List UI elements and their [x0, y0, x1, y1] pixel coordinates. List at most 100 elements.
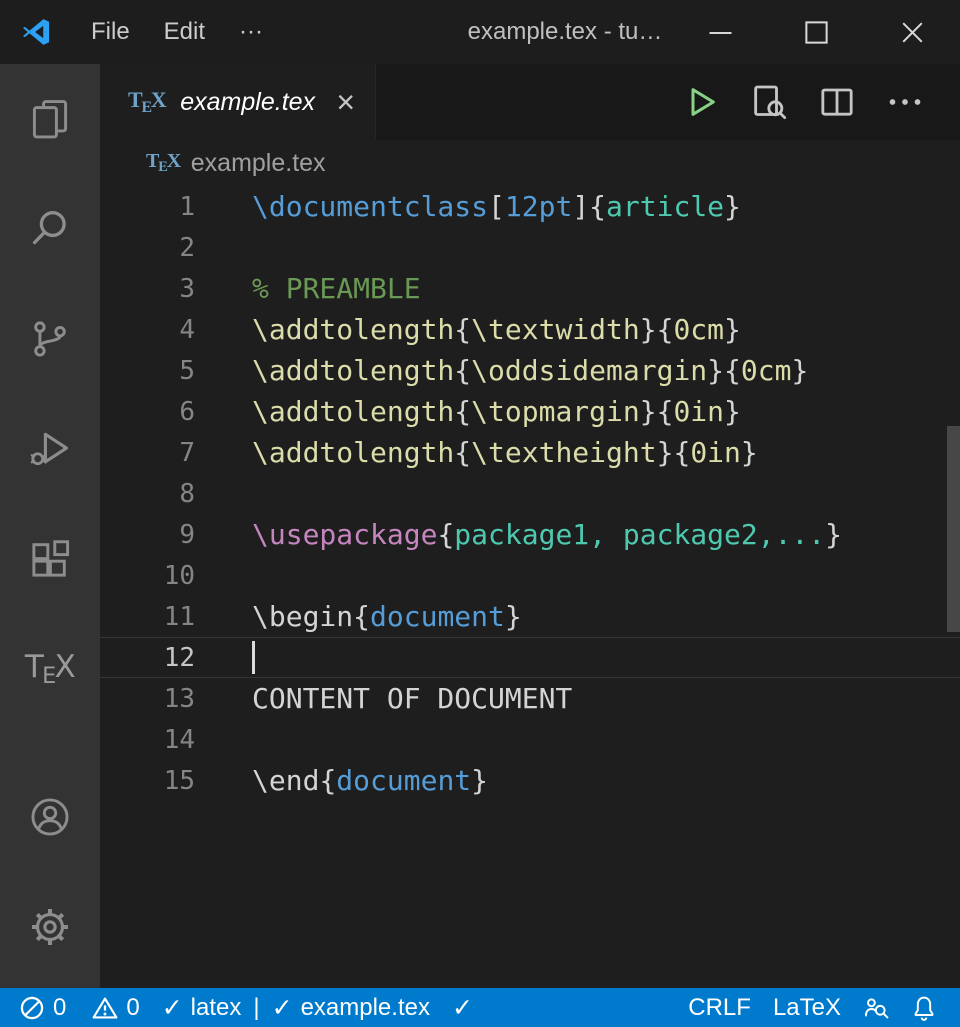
- settings-gear-icon[interactable]: [0, 872, 100, 982]
- code-line[interactable]: 14: [100, 719, 960, 760]
- ellipsis-icon: [885, 82, 925, 122]
- breadcrumb-item-file[interactable]: example.tex: [191, 149, 326, 178]
- line-content[interactable]: % PREAMBLE: [252, 268, 421, 309]
- close-button[interactable]: [864, 0, 960, 64]
- editor-actions: [676, 64, 960, 140]
- status-bar-left: 0 0 ✓ latex | ✓ example.tex ✓: [8, 988, 484, 1027]
- code-line[interactable]: 12: [100, 637, 960, 678]
- code-line[interactable]: 7 \addtolength{\textheight}{0in}: [100, 432, 960, 473]
- line-content[interactable]: \addtolength{\textheight}{0in}: [252, 432, 758, 473]
- line-number: 2: [100, 233, 195, 263]
- status-divider: |: [249, 994, 263, 1022]
- code-line[interactable]: 5 \addtolength{\oddsidemargin}{0cm}: [100, 350, 960, 391]
- code-line[interactable]: 6 \addtolength{\topmargin}{0in}: [100, 391, 960, 432]
- editor[interactable]: 1 \documentclass[12pt]{article} 2 3 % PREAMB…: [100, 186, 960, 988]
- source-control-icon[interactable]: [0, 284, 100, 394]
- file-status-label: example.tex: [301, 994, 430, 1022]
- code-line[interactable]: 9 \usepackage{package1, package2,...}: [100, 514, 960, 555]
- run-debug-icon[interactable]: [0, 394, 100, 504]
- check-icon: ✓: [162, 993, 183, 1023]
- vertical-scrollbar[interactable]: [947, 426, 960, 632]
- breadcrumb[interactable]: TEX example.tex: [100, 140, 960, 186]
- eol-indicator[interactable]: CRLF: [677, 988, 762, 1027]
- line-content[interactable]: \usepackage{package1, package2,...}: [252, 514, 842, 555]
- status-bar: 0 0 ✓ latex | ✓ example.tex ✓ CRLF LaTeX: [0, 988, 960, 1027]
- line-number: 10: [100, 561, 195, 591]
- line-number: 14: [100, 725, 195, 755]
- line-content[interactable]: \addtolength{\textwidth}{0cm}: [252, 309, 741, 350]
- code-line[interactable]: 1 \documentclass[12pt]{article}: [100, 186, 960, 227]
- line-number: 6: [100, 397, 195, 427]
- status-bar-right: CRLF LaTeX: [677, 988, 948, 1027]
- line-number: 7: [100, 438, 195, 468]
- code-line[interactable]: 11 \begin{document}: [100, 596, 960, 637]
- build-status-check[interactable]: ✓: [441, 988, 484, 1027]
- line-content[interactable]: CONTENT OF DOCUMENT: [252, 678, 572, 719]
- editor-group: TEX example.tex ×: [100, 64, 960, 988]
- explorer-icon[interactable]: [0, 64, 100, 174]
- line-content[interactable]: [252, 638, 255, 677]
- more-actions-button[interactable]: [880, 77, 930, 127]
- line-number: 15: [100, 766, 195, 796]
- titlebar: File Edit ··· example.tex - tu…: [0, 0, 960, 64]
- view-pdf-button[interactable]: [744, 77, 794, 127]
- problems-indicator[interactable]: 0 0: [8, 988, 151, 1027]
- menu-edit[interactable]: Edit: [147, 18, 222, 46]
- extensions-icon[interactable]: [0, 504, 100, 614]
- document-magnifier-icon: [749, 82, 789, 122]
- line-content[interactable]: \documentclass[12pt]{article}: [252, 186, 741, 227]
- line-content[interactable]: \begin{document}: [252, 596, 522, 637]
- language-indicator[interactable]: LaTeX: [762, 988, 852, 1027]
- line-number: 11: [100, 602, 195, 632]
- code-line[interactable]: 13 CONTENT OF DOCUMENT: [100, 678, 960, 719]
- tab-example-tex[interactable]: TEX example.tex ×: [100, 64, 376, 140]
- account-icon[interactable]: [0, 762, 100, 872]
- latex-status-label: latex: [191, 994, 242, 1022]
- menu-file[interactable]: File: [74, 18, 147, 46]
- close-icon: [899, 19, 926, 46]
- minimize-icon: [707, 19, 734, 46]
- line-content[interactable]: \end{document}: [252, 760, 488, 801]
- build-latex-button[interactable]: [676, 77, 726, 127]
- code-line[interactable]: 2: [100, 227, 960, 268]
- code-line[interactable]: 4 \addtolength{\textwidth}{0cm}: [100, 309, 960, 350]
- split-editor-button[interactable]: [812, 77, 862, 127]
- activity-bar: TEX: [0, 64, 100, 988]
- code-line[interactable]: 8: [100, 473, 960, 514]
- line-content[interactable]: \addtolength{\oddsidemargin}{0cm}: [252, 350, 808, 391]
- menu-more[interactable]: ···: [222, 18, 280, 46]
- check-icon: ✓: [272, 993, 293, 1023]
- latex-workshop-icon[interactable]: TEX: [0, 614, 100, 724]
- code-lines: 1 \documentclass[12pt]{article} 2 3 % PREAMB…: [100, 186, 960, 801]
- code-line[interactable]: 3 % PREAMBLE: [100, 268, 960, 309]
- line-number: 5: [100, 356, 195, 386]
- person-magnifier-icon[interactable]: [852, 988, 900, 1027]
- maximize-button[interactable]: [768, 0, 864, 64]
- vscode-window: File Edit ··· example.tex - tu…: [0, 0, 960, 1027]
- text-cursor: [252, 641, 255, 674]
- activity-bar-bottom: [0, 762, 100, 982]
- line-number: 8: [100, 479, 195, 509]
- line-number: 13: [100, 684, 195, 714]
- code-line[interactable]: 15 \end{document}: [100, 760, 960, 801]
- line-number: 12: [100, 643, 195, 673]
- vscode-logo-icon: [20, 16, 52, 48]
- tex-file-icon: TEX: [146, 150, 181, 176]
- search-icon[interactable]: [0, 174, 100, 284]
- line-number: 4: [100, 315, 195, 345]
- tab-bar: TEX example.tex ×: [100, 64, 960, 140]
- menubar: File Edit ···: [74, 18, 280, 46]
- window-controls: [672, 0, 960, 64]
- close-tab-icon[interactable]: ×: [332, 86, 359, 118]
- play-icon: [681, 82, 721, 122]
- notifications-bell-icon[interactable]: [900, 988, 948, 1027]
- line-number: 1: [100, 192, 195, 222]
- line-number: 9: [100, 520, 195, 550]
- latex-workshop-status[interactable]: ✓ latex | ✓ example.tex: [151, 988, 441, 1027]
- line-content[interactable]: \addtolength{\topmargin}{0in}: [252, 391, 741, 432]
- line-number: 3: [100, 274, 195, 304]
- error-icon: [19, 995, 45, 1021]
- code-line[interactable]: 10: [100, 555, 960, 596]
- maximize-icon: [803, 19, 830, 46]
- minimize-button[interactable]: [672, 0, 768, 64]
